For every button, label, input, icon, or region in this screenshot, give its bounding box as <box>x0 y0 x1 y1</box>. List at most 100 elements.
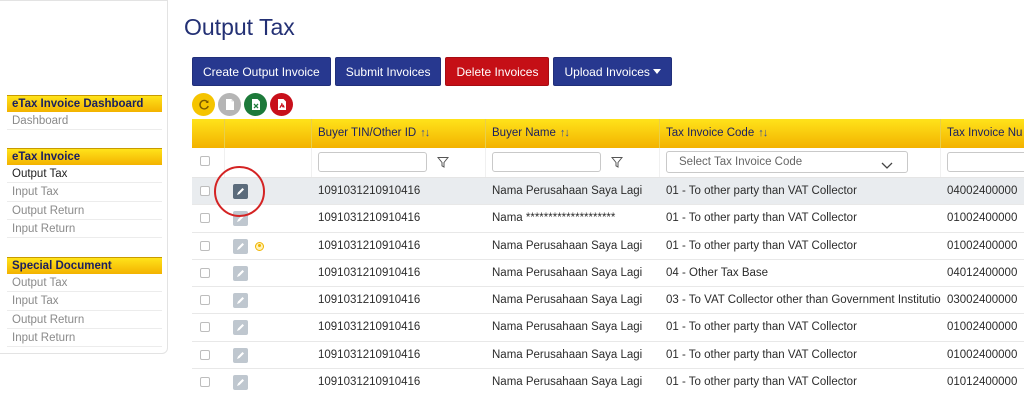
filter-empty-cell <box>225 148 312 177</box>
tax-invoice-number-filter-input[interactable] <box>947 152 1024 172</box>
refresh-icon[interactable] <box>192 93 215 116</box>
edit-icon[interactable] <box>233 293 248 309</box>
table-row[interactable]: 1091031210910416 Nama Perusahaan Saya La… <box>192 232 1024 260</box>
row-checkbox[interactable] <box>200 213 210 224</box>
file-icon[interactable] <box>218 93 241 116</box>
upload-invoices-dropdown[interactable]: Upload Invoices <box>553 57 672 86</box>
submit-invoices-button[interactable]: Submit Invoices <box>334 57 442 86</box>
sidebar-item-input-tax[interactable]: Input Tax <box>7 183 162 202</box>
column-header-buyer-tin[interactable]: Buyer TIN/Other ID ↑↓ <box>312 119 486 148</box>
sidebar-item-special-output-tax[interactable]: Output Tax <box>7 274 162 293</box>
sort-icon[interactable]: ↑↓ <box>560 127 570 139</box>
filter-icon[interactable] <box>436 155 450 173</box>
edit-icon[interactable] <box>233 375 248 391</box>
column-header-tax-invoice-code[interactable]: Tax Invoice Code ↑↓ <box>660 119 941 148</box>
buyer-tin-filter-input[interactable] <box>318 152 427 172</box>
edit-icon[interactable] <box>233 265 248 281</box>
sidebar-item-special-input-tax[interactable]: Input Tax <box>7 292 162 311</box>
table-row[interactable]: 1091031210910416 Nama Perusahaan Saya La… <box>192 287 1024 315</box>
buyer-name-cell: Nama Perusahaan Saya Lagi <box>492 266 643 279</box>
excel-icon[interactable] <box>244 93 267 116</box>
tax-invoice-code-cell: 01 - To other party than VAT Collector <box>666 239 857 252</box>
edit-icon[interactable] <box>233 211 248 227</box>
edit-icon[interactable] <box>233 238 248 254</box>
sidebar: eTax Invoice Dashboard Dashboard eTax In… <box>0 0 168 354</box>
row-checkbox[interactable] <box>200 322 210 333</box>
tax-invoice-code-cell: 01 - To other party than VAT Collector <box>666 376 857 389</box>
sidebar-item-input-return[interactable]: Input Return <box>7 220 162 239</box>
row-action-cell <box>225 369 312 395</box>
table-row[interactable]: 1091031210910416 Nama Perusahaan Saya La… <box>192 178 1024 206</box>
row-checkbox[interactable] <box>200 240 210 251</box>
pdf-icon[interactable] <box>270 93 293 116</box>
row-action-cell <box>225 205 312 231</box>
buyer-name-cell: Nama ******************** <box>492 212 616 225</box>
buyer-tin-cell: 1091031210910416 <box>318 239 421 252</box>
row-checkbox[interactable] <box>200 295 210 306</box>
tax-invoice-code-select[interactable]: Select Tax Invoice Code <box>666 151 908 173</box>
sidebar-item-dashboard[interactable]: Dashboard <box>7 112 162 131</box>
row-action-cell <box>225 287 312 313</box>
table-row[interactable]: 1091031210910416 Nama Perusahaan Saya La… <box>192 259 1024 288</box>
row-select-cell <box>192 205 225 231</box>
invoice-table: Buyer TIN/Other ID ↑↓ Buyer Name ↑↓ Tax In… <box>192 119 1024 395</box>
filter-cell-code: Select Tax Invoice Code <box>660 148 941 177</box>
sidebar-section-dashboard: eTax Invoice Dashboard Dashboard <box>7 95 162 131</box>
filter-icon[interactable] <box>610 155 624 173</box>
table-row[interactable]: 1091031210910416 Nama Perusahaan Saya La… <box>192 314 1024 342</box>
row-checkbox[interactable] <box>200 186 210 196</box>
row-action-cell <box>225 233 312 259</box>
table-body: 1091031210910416 Nama Perusahaan Saya La… <box>192 178 1024 395</box>
delete-invoices-button[interactable]: Delete Invoices <box>445 57 550 86</box>
tax-invoice-number-cell: 04012400000 <box>947 266 1018 279</box>
tax-invoice-code-cell: 01 - To other party than VAT Collector <box>666 185 857 197</box>
tax-invoice-number-cell: 01012400000 <box>947 376 1018 389</box>
column-header-tax-invoice-number[interactable]: Tax Invoice Nu <box>941 119 1024 148</box>
row-action-cell <box>225 314 312 340</box>
filter-cell-tin <box>312 148 486 177</box>
sidebar-item-output-tax[interactable]: Output Tax <box>7 165 162 184</box>
table-row[interactable]: 1091031210910416 Nama Perusahaan Saya La… <box>192 341 1024 370</box>
filter-cell-name <box>486 148 660 177</box>
status-indicator-icon <box>255 241 264 251</box>
chevron-down-icon <box>881 157 893 177</box>
sidebar-item-output-return[interactable]: Output Return <box>7 202 162 220</box>
select-placeholder: Select Tax Invoice Code <box>679 156 803 168</box>
header-actions <box>225 119 312 148</box>
caret-down-icon <box>652 69 661 75</box>
sort-icon[interactable]: ↑↓ <box>758 127 768 139</box>
select-all-checkbox[interactable] <box>200 156 210 166</box>
row-select-cell <box>192 369 225 395</box>
edit-icon[interactable] <box>233 320 248 336</box>
row-action-cell <box>225 178 312 204</box>
create-output-invoice-button[interactable]: Create Output Invoice <box>192 57 331 86</box>
buyer-tin-cell: 1091031210910416 <box>318 294 421 307</box>
column-header-buyer-name[interactable]: Buyer Name ↑↓ <box>486 119 660 148</box>
buyer-tin-cell: 1091031210910416 <box>318 185 421 197</box>
edit-icon[interactable] <box>233 347 248 363</box>
header-select <box>192 119 225 148</box>
sidebar-item-special-output-return[interactable]: Output Return <box>7 311 162 329</box>
tax-invoice-code-cell: 01 - To other party than VAT Collector <box>666 348 857 361</box>
row-action-cell <box>225 260 312 286</box>
row-checkbox[interactable] <box>200 267 210 278</box>
edit-icon[interactable] <box>233 184 248 199</box>
sidebar-item-special-input-return[interactable]: Input Return <box>7 329 162 348</box>
buyer-name-filter-input[interactable] <box>492 152 601 172</box>
row-select-cell <box>192 287 225 313</box>
row-select-cell <box>192 178 225 204</box>
sort-icon[interactable]: ↑↓ <box>420 127 430 139</box>
table-row[interactable]: 1091031210910416 Nama Perusahaan Saya La… <box>192 369 1024 395</box>
row-checkbox[interactable] <box>200 377 210 388</box>
tax-invoice-number-cell: 01002400000 <box>947 321 1018 334</box>
row-select-cell <box>192 314 225 340</box>
table-row[interactable]: 1091031210910416 Nama ******************… <box>192 205 1024 233</box>
row-checkbox[interactable] <box>200 349 210 360</box>
tax-invoice-number-cell: 01002400000 <box>947 212 1018 225</box>
sidebar-section-etax-invoice: eTax Invoice Output Tax Input Tax Output… <box>7 148 162 239</box>
sidebar-header: Special Document <box>7 257 162 274</box>
tax-invoice-code-cell: 04 - Other Tax Base <box>666 266 769 279</box>
buyer-tin-cell: 1091031210910416 <box>318 348 421 361</box>
buyer-tin-cell: 1091031210910416 <box>318 266 421 279</box>
buyer-tin-cell: 1091031210910416 <box>318 376 421 389</box>
